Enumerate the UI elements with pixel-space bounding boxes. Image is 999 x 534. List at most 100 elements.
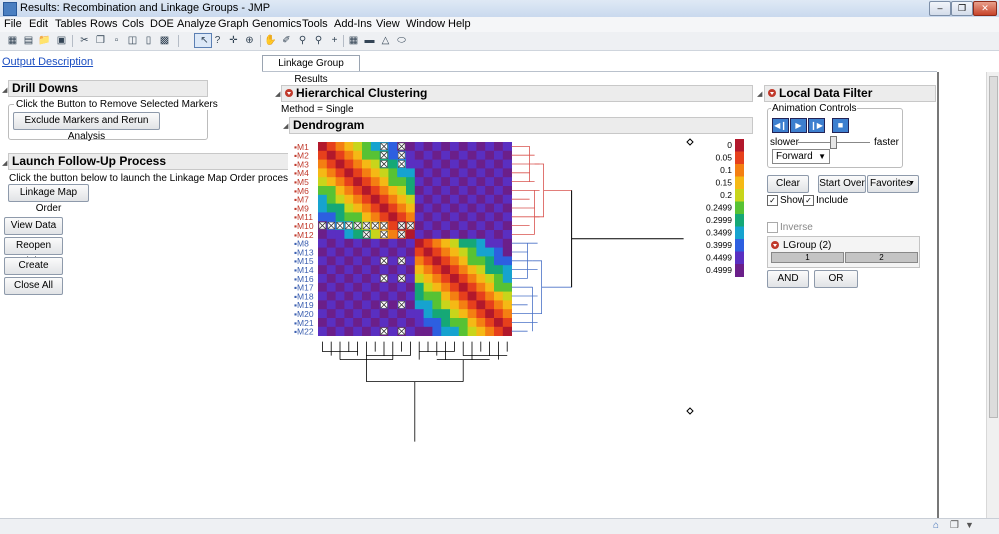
close-all-button[interactable]: Close All: [4, 277, 63, 295]
disclosure-triangle-icon[interactable]: ◢: [275, 90, 280, 98]
minimize-button[interactable]: –: [929, 1, 951, 16]
inverse-checkbox[interactable]: [767, 222, 778, 233]
step-forward-icon[interactable]: ❙▶: [808, 118, 825, 133]
hierarchical-clustering-header[interactable]: Hierarchical Clustering: [281, 85, 753, 102]
paste-icon[interactable]: ▫: [110, 34, 123, 47]
line-tool-icon[interactable]: ▬: [363, 34, 376, 47]
window-list-icon[interactable]: ❐: [950, 520, 959, 531]
toolbar: ▦ ▤ 📁 ▣ ✂ ❐ ▫ ◫ ▯ ▩ ↖ ? ✛ ⊕ ✋ ✐ ⚲ ⚲ + ▦ …: [0, 32, 999, 51]
missing-value-icon: [397, 274, 406, 283]
menu-window[interactable]: Window: [406, 18, 445, 30]
missing-value-icon: [380, 230, 388, 239]
print-icon[interactable]: ▩: [158, 34, 171, 47]
missing-value-icon: [406, 221, 415, 230]
help-tool-icon[interactable]: ?: [211, 34, 224, 47]
clear-button[interactable]: Clear: [767, 175, 809, 193]
ellipse-tool-icon[interactable]: ⬭: [395, 34, 408, 47]
annotate-icon[interactable]: ▦: [347, 34, 360, 47]
crosshair-plus-icon[interactable]: +: [328, 34, 341, 47]
missing-value-icon: [397, 230, 406, 239]
animation-controls-label: Animation Controls: [771, 103, 858, 114]
and-button[interactable]: AND: [767, 270, 809, 288]
disclosure-triangle-icon[interactable]: ◢: [757, 90, 762, 98]
home-icon[interactable]: ⌂: [933, 520, 939, 531]
create-report-button[interactable]: Create Report: [4, 257, 63, 287]
pdf-icon[interactable]: ▯: [142, 34, 155, 47]
save-icon[interactable]: ▣: [55, 34, 68, 47]
step-back-icon[interactable]: ◀❙: [772, 118, 789, 133]
launch-followup-header[interactable]: Launch Follow-Up Process: [8, 153, 290, 170]
disclosure-triangle-icon[interactable]: ◢: [283, 122, 288, 130]
hand-tool-icon[interactable]: ✋: [264, 34, 277, 47]
arrow-tool-icon[interactable]: ↖: [194, 33, 212, 48]
menu-genomics[interactable]: Genomics: [252, 18, 302, 30]
exclude-markers-button[interactable]: Exclude Markers and Rerun Analysis: [13, 112, 160, 142]
start-over-button[interactable]: Start Over: [818, 175, 866, 193]
dendrogram-header[interactable]: Dendrogram: [289, 117, 753, 134]
menu-cols[interactable]: Cols: [122, 18, 144, 30]
menu-edit[interactable]: Edit: [29, 18, 48, 30]
missing-value-icon: [397, 327, 406, 335]
menu-analyze[interactable]: Analyze: [177, 18, 216, 30]
or-button[interactable]: OR: [814, 270, 858, 288]
disclosure-triangle-icon[interactable]: ◢: [2, 86, 7, 94]
heatmap: [318, 142, 512, 336]
red-triangle-menu-icon[interactable]: [285, 89, 293, 97]
chevron-down-icon: ▼: [908, 180, 915, 187]
zoom-tool-icon[interactable]: ⚲: [312, 34, 325, 47]
menu-tools[interactable]: Tools: [302, 18, 328, 30]
menu-graph[interactable]: Graph: [218, 18, 249, 30]
missing-value-icon: [336, 221, 344, 230]
lgroup-level-2[interactable]: 2: [845, 252, 918, 263]
legend-label: 0.05: [715, 153, 732, 163]
reopen-dialog-button[interactable]: Reopen Dialog: [4, 237, 63, 267]
marker-label[interactable]: ▪M22: [294, 327, 314, 337]
selection-tool-icon[interactable]: ✛: [227, 34, 240, 47]
restore-button[interactable]: ❐: [951, 1, 973, 16]
tab-linkage-group-results[interactable]: Linkage Group Results: [262, 55, 360, 85]
crosshair-tool-icon[interactable]: ⊕: [243, 34, 256, 47]
linkage-map-order-button[interactable]: Linkage Map Order: [8, 184, 89, 214]
disclosure-triangle-icon[interactable]: ◢: [2, 159, 7, 167]
scrollbar-thumb[interactable]: [989, 76, 998, 418]
vertical-scrollbar[interactable]: [986, 72, 999, 518]
red-triangle-menu-icon[interactable]: [768, 89, 776, 97]
direction-select[interactable]: Forward ▼: [772, 149, 830, 164]
brush-tool-icon[interactable]: ✐: [280, 34, 293, 47]
open-icon[interactable]: 📁: [38, 34, 51, 47]
new-script-icon[interactable]: ▤: [22, 34, 35, 47]
new-table-icon[interactable]: ▦: [6, 34, 19, 47]
copy-icon[interactable]: ❐: [94, 34, 107, 47]
inverse-label: Inverse: [780, 222, 813, 233]
lgroup-level-1[interactable]: 1: [771, 252, 844, 263]
report-icon[interactable]: ◫: [126, 34, 139, 47]
polygon-tool-icon[interactable]: △: [379, 34, 392, 47]
menu-doe[interactable]: DOE: [150, 18, 174, 30]
menu-addins[interactable]: Add-Ins: [334, 18, 372, 30]
local-data-filter-header[interactable]: Local Data Filter: [764, 85, 936, 102]
menu-file[interactable]: File: [4, 18, 22, 30]
speed-slider-thumb[interactable]: [830, 136, 837, 149]
legend-label: 0.3999: [706, 240, 732, 250]
missing-value-icon: [318, 221, 327, 230]
panel-divider[interactable]: [937, 72, 939, 518]
chevron-down-icon[interactable]: ▼: [965, 520, 974, 530]
close-button[interactable]: ✕: [973, 1, 997, 16]
favorites-button[interactable]: Favorites ▼: [867, 175, 919, 193]
menu-view[interactable]: View: [376, 18, 400, 30]
lasso-tool-icon[interactable]: ⚲: [296, 34, 309, 47]
drill-downs-header[interactable]: Drill Downs: [8, 80, 208, 97]
legend-label: 0.3499: [706, 228, 732, 238]
cut-icon[interactable]: ✂: [78, 34, 91, 47]
menu-help[interactable]: Help: [448, 18, 471, 30]
menu-rows[interactable]: Rows: [90, 18, 118, 30]
play-icon[interactable]: ▶: [790, 118, 807, 133]
stop-icon[interactable]: ■: [832, 118, 849, 133]
red-triangle-menu-icon[interactable]: [771, 241, 779, 249]
view-data-button[interactable]: View Data: [4, 217, 63, 235]
include-checkbox[interactable]: ✓: [803, 195, 814, 206]
show-checkbox[interactable]: ✓: [767, 195, 778, 206]
menu-tables[interactable]: Tables: [55, 18, 87, 30]
legend-swatch: [735, 264, 744, 277]
output-description-link[interactable]: Output Description: [2, 56, 93, 68]
